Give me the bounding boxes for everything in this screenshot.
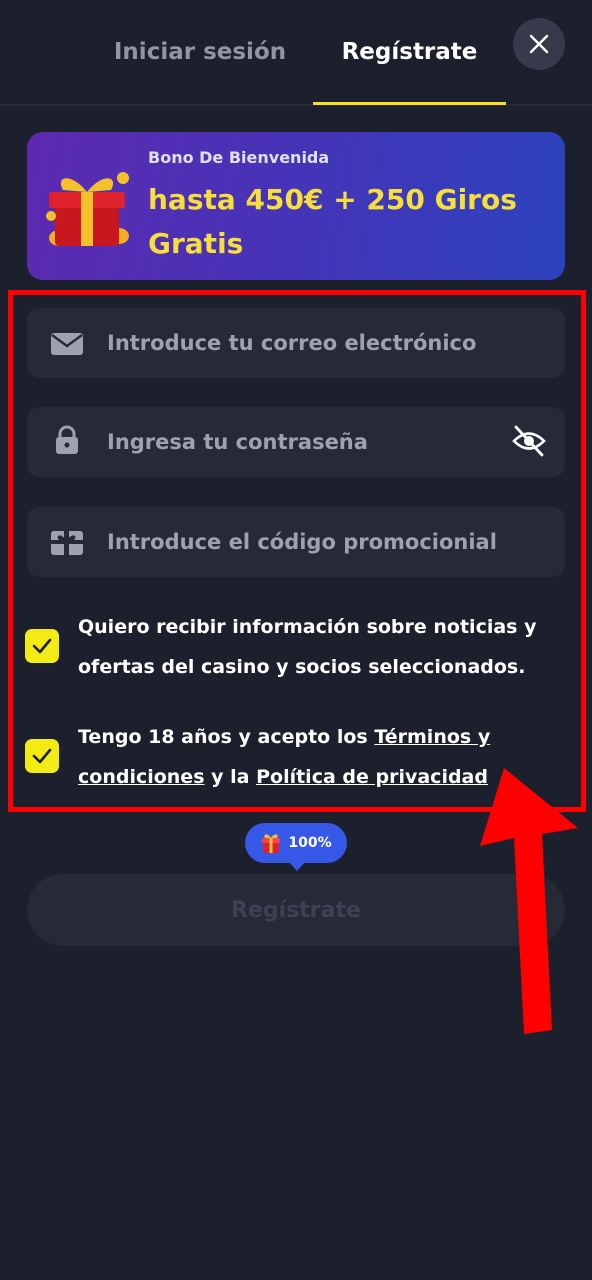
close-button[interactable] — [513, 18, 565, 70]
gift-icon — [46, 172, 129, 246]
close-icon — [529, 34, 549, 54]
form-highlight-box — [8, 290, 586, 812]
banner-title: hasta 450€ + 250 Giros Gratis — [148, 183, 517, 260]
gift-icon — [262, 834, 281, 853]
tab-login[interactable]: Iniciar sesión — [100, 30, 300, 74]
welcome-bonus-banner: Bono De Bienvenida hasta 450€ + 250 Giro… — [27, 132, 565, 280]
active-tab-indicator — [313, 102, 506, 105]
bonus-progress-badge: 100% — [245, 823, 347, 871]
red-arrow-annotation — [480, 768, 578, 1034]
auth-header: Iniciar sesión Regístrate — [0, 0, 592, 106]
bonus-progress-label: 100% — [288, 835, 332, 851]
banner-subtitle: Bono De Bienvenida — [148, 148, 330, 167]
tab-register[interactable]: Regístrate — [313, 30, 506, 74]
